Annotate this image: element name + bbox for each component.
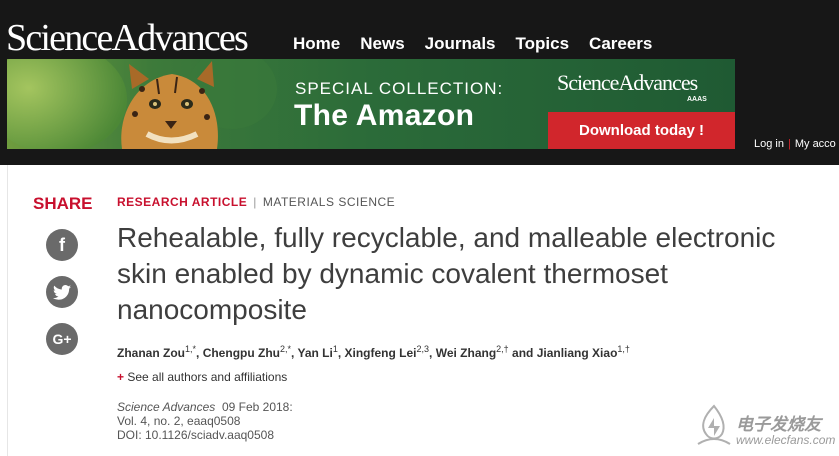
- see-all-label: See all authors and affiliations: [127, 370, 288, 384]
- author-affiliation: 2,*: [280, 344, 292, 354]
- nav-journals[interactable]: Journals: [425, 34, 496, 54]
- nav-home[interactable]: Home: [293, 34, 340, 54]
- watermark-text: 电子发烧友: [736, 415, 821, 434]
- volume-info: Vol. 4, no. 2, eaaq0508: [117, 414, 241, 428]
- author-affiliation: 2,†: [496, 344, 509, 354]
- article-title: Rehealable, fully recyclable, and mallea…: [117, 222, 776, 325]
- google-plus-share-button[interactable]: G+: [46, 323, 78, 355]
- share-label: SHARE: [33, 194, 93, 213]
- twitter-icon: [53, 284, 71, 300]
- nav-topics[interactable]: Topics: [516, 34, 570, 54]
- nav-careers[interactable]: Careers: [589, 34, 652, 54]
- site-logo[interactable]: ScienceAdvances: [6, 16, 249, 60]
- article-type: RESEARCH ARTICLE | MATERIALS SCIENCE: [117, 195, 395, 209]
- author-name[interactable]: Chengpu Zhu: [203, 346, 280, 360]
- separator: |: [253, 195, 257, 209]
- publication-date: 09 Feb 2018:: [221, 400, 293, 414]
- twitter-share-button[interactable]: [46, 276, 78, 308]
- login-link[interactable]: Log in: [754, 138, 784, 150]
- author-name[interactable]: Xingfeng Lei: [345, 346, 417, 360]
- author-list: Zhanan Zou1,*, Chengpu Zhu2,*, Yan Li1, …: [117, 344, 630, 360]
- download-button[interactable]: Download today !: [548, 112, 735, 149]
- nav-news[interactable]: News: [360, 34, 404, 54]
- author-name[interactable]: Yan Li: [297, 346, 332, 360]
- user-links: Log in | My acco: [754, 138, 836, 150]
- banner-logo: ScienceAdvances: [557, 70, 698, 95]
- special-collection-banner[interactable]: SPECIAL COLLECTION: The Amazon ScienceAd…: [7, 59, 735, 149]
- facebook-icon: f: [59, 235, 65, 255]
- article-type-label[interactable]: RESEARCH ARTICLE: [117, 195, 247, 209]
- author-name[interactable]: Jianliang Xiao: [537, 346, 618, 360]
- google-plus-icon: G+: [52, 331, 72, 347]
- author-affiliation: 2,3: [416, 344, 430, 354]
- aaas-logo: AAAS: [687, 96, 707, 103]
- banner-title: The Amazon: [294, 99, 475, 132]
- see-all-authors-link[interactable]: + See all authors and affiliations: [117, 370, 287, 384]
- author-affiliation: 1: [332, 344, 338, 354]
- citation: Science Advances 09 Feb 2018: Vol. 4, no…: [117, 400, 293, 442]
- separator: |: [787, 138, 791, 150]
- doi[interactable]: DOI: 10.1126/sciadv.aaq0508: [117, 428, 293, 442]
- author-name[interactable]: Zhanan Zou: [117, 346, 185, 360]
- site-header: ScienceAdvances Home News Journals Topic…: [0, 0, 839, 165]
- author-affiliation: 1,*: [185, 344, 197, 354]
- article-category[interactable]: MATERIALS SCIENCE: [263, 195, 395, 209]
- main-nav: Home News Journals Topics Careers: [293, 34, 652, 54]
- journal-name: Science Advances: [117, 400, 216, 414]
- authors-and: and: [512, 346, 534, 360]
- author-name[interactable]: Wei Zhang: [436, 346, 496, 360]
- my-account-link[interactable]: My acco: [795, 138, 836, 150]
- facebook-share-button[interactable]: f: [46, 229, 78, 261]
- banner-kicker: SPECIAL COLLECTION:: [295, 79, 504, 98]
- watermark-url: www.elecfans.com: [736, 433, 836, 447]
- plus-icon: +: [117, 370, 125, 384]
- elecfans-logo-icon: [697, 404, 731, 445]
- author-affiliation: 1,†: [617, 344, 630, 354]
